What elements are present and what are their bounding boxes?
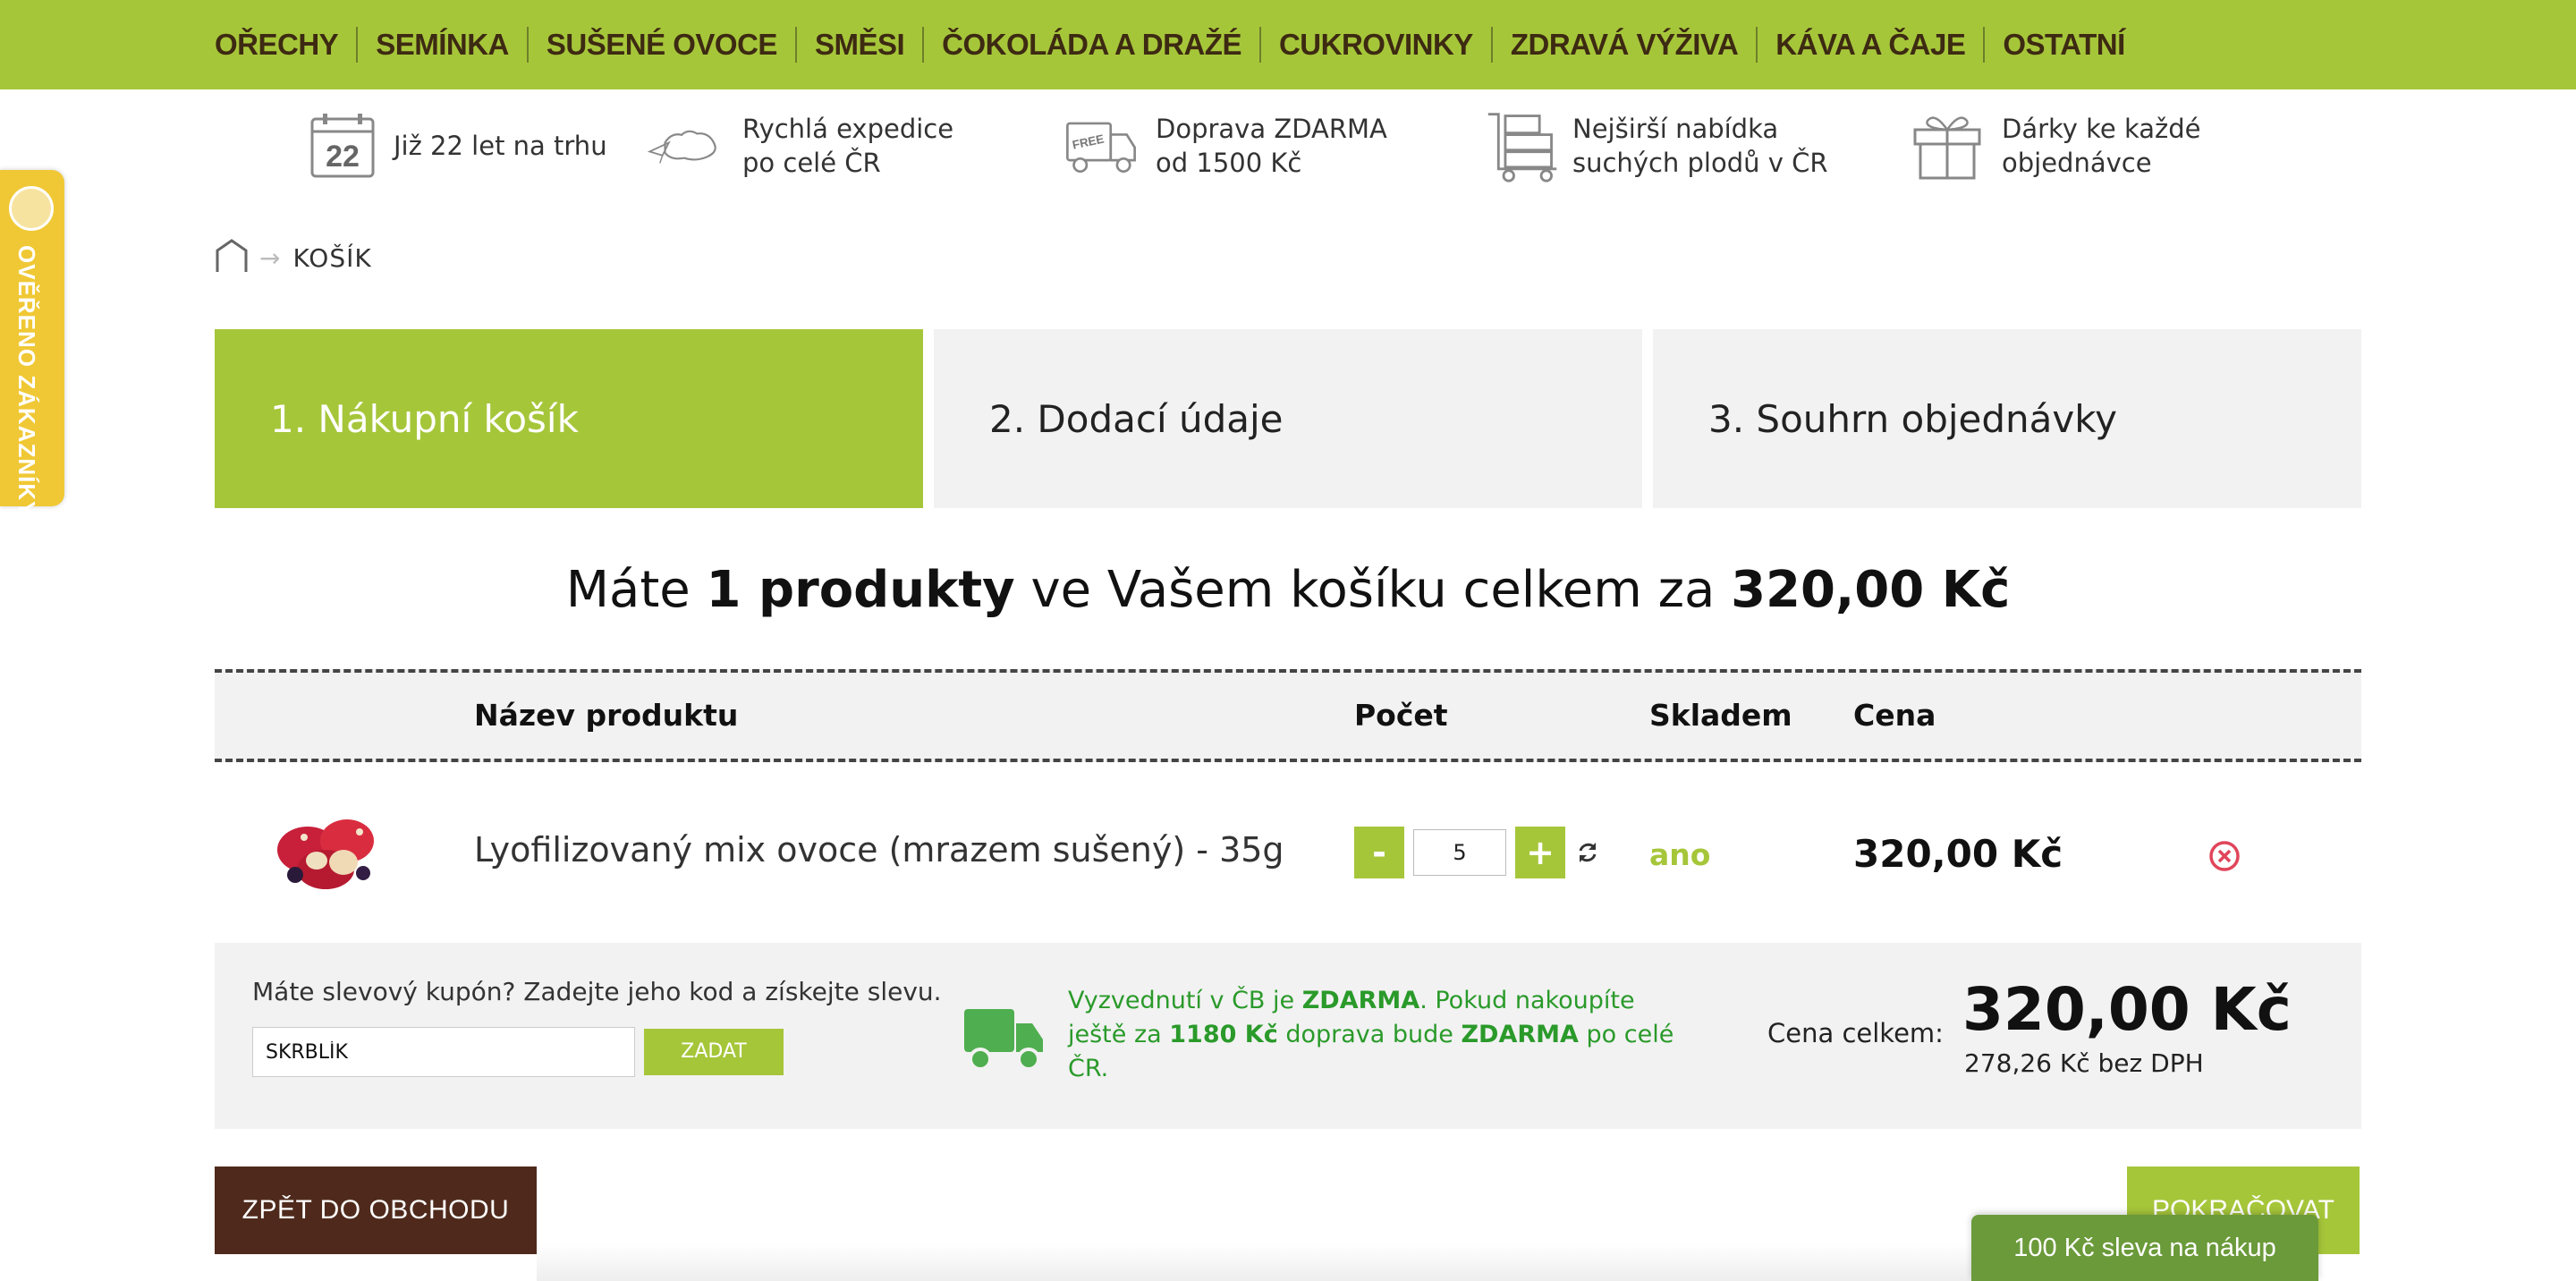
step-cart[interactable]: 1. Nákupní košík: [215, 329, 923, 508]
delivery-truck-icon: [962, 1002, 1045, 1073]
svg-text:FREE: FREE: [1072, 132, 1106, 152]
step-delivery-details[interactable]: 2. Dodací údaje: [934, 329, 1642, 508]
total-without-vat: 278,26 Kč bez DPH: [1964, 1048, 2204, 1078]
feature-gifts: Dárky ke každé objednávce: [1909, 106, 2201, 186]
coupon-code-input[interactable]: [252, 1027, 635, 1077]
delivery-bold-1: ZDARMA: [1301, 987, 1420, 1014]
discount-offer-tab[interactable]: 100 Kč sleva na nákup: [1971, 1215, 2318, 1281]
quantity-decrease-button[interactable]: -: [1354, 827, 1404, 878]
cart-summary-heading: Máte 1 produkty ve Vašem košíku celkem z…: [215, 555, 2361, 626]
feature-gifts-line1: Dárky ke každé: [2002, 114, 2201, 144]
cart-table-header: Název produktu Počet Skladem Cena: [215, 669, 2361, 762]
free-delivery-info: Vyzvednutí v ČB je ZDARMA. Pokud nakoupí…: [1068, 984, 1676, 1086]
gift-icon: [1909, 107, 1986, 184]
feature-free-delivery-line1: Doprava ZDARMA: [1156, 114, 1387, 144]
home-icon[interactable]: [215, 238, 249, 277]
paper-plane-map-icon: [646, 107, 723, 184]
nav-item-seminka[interactable]: SEMÍNKA: [356, 27, 527, 63]
calendar-icon: 22: [304, 107, 381, 184]
nav-item-cukrovinky[interactable]: CUKROVINKY: [1258, 27, 1491, 63]
nav-item-smesi[interactable]: SMĚSI: [794, 27, 922, 63]
step-order-summary[interactable]: 3. Souhrn objednávky: [1653, 329, 2361, 508]
delivery-bold-3: ZDARMA: [1461, 1021, 1579, 1048]
feature-free-delivery-text: Doprava ZDARMA od 1500 Kč: [1156, 112, 1387, 180]
feature-years-text: Již 22 let na trhu: [394, 129, 607, 163]
remove-item-icon[interactable]: [2207, 839, 2241, 873]
warehouse-cart-icon: [1485, 107, 1562, 184]
cart-row: Lyofilizovaný mix ovoce (mrazem sušený) …: [215, 766, 2361, 941]
nav-item-kava-a-caje[interactable]: KÁVA A ČAJE: [1756, 27, 1983, 63]
delivery-bold-2: 1180 Kč: [1169, 1021, 1278, 1048]
features-bar: 22 Již 22 let na trhu Rychlá expedice po…: [0, 106, 2576, 186]
coupon-label: Máte slevový kupón? Zadejte jeho kod a z…: [252, 977, 942, 1006]
summary-middle: ve Vašem košíku celkem za: [1014, 561, 1732, 619]
feature-assortment-text: Nejširší nabídka suchých plodů v ČR: [1572, 112, 1828, 180]
total-value: 320,00 Kč: [1962, 975, 2292, 1044]
main-navigation: OŘECHY SEMÍNKA SUŠENÉ OVOCE SMĚSI ČOKOLÁ…: [0, 0, 2576, 89]
feature-assortment: Nejširší nabídka suchých plodů v ČR: [1485, 106, 1828, 186]
row-price: 320,00 Kč: [1853, 832, 2063, 876]
bottom-fade: [537, 1243, 2057, 1281]
feature-free-delivery: FREE Doprava ZDARMA od 1500 Kč: [1063, 106, 1387, 186]
free-delivery-truck-icon: FREE: [1063, 107, 1140, 184]
feature-assortment-line1: Nejširší nabídka: [1572, 114, 1779, 144]
feature-years-line1: Již 22 let na trhu: [394, 131, 607, 161]
summary-total: 320,00 Kč: [1731, 561, 2011, 619]
quantity-input[interactable]: [1413, 829, 1506, 876]
feature-gifts-text: Dárky ke každé objednávce: [2002, 112, 2201, 180]
quantity-stepper: - +: [1354, 827, 1601, 878]
summary-count: 1 produkty: [706, 561, 1015, 619]
feature-expedition-text: Rychlá expedice po celé ČR: [742, 112, 953, 180]
feature-free-delivery-line2: od 1500 Kč: [1156, 148, 1302, 178]
breadcrumb-current: KOŠÍK: [292, 242, 372, 273]
feature-expedition-line1: Rychlá expedice: [742, 114, 954, 144]
header-quantity: Počet: [1354, 698, 1448, 733]
svg-text:22: 22: [326, 140, 360, 174]
checkout-steps: 1. Nákupní košík 2. Dodací údaje 3. Souh…: [215, 329, 2361, 508]
delivery-text-3: doprava bude: [1277, 1021, 1462, 1048]
delivery-text-1: Vyzvednutí v ČB je: [1068, 987, 1302, 1014]
refresh-icon[interactable]: [1574, 839, 1601, 866]
total-label: Cena celkem:: [1767, 1018, 1944, 1048]
in-stock-value: ano: [1649, 837, 1711, 872]
summary-prefix: Máte: [565, 561, 707, 619]
quantity-increase-button[interactable]: +: [1515, 827, 1565, 878]
nav-item-susene-ovoce[interactable]: SUŠENÉ OVOCE: [526, 27, 795, 63]
product-name-link[interactable]: Lyofilizovaný mix ovoce (mrazem sušený) …: [474, 830, 1284, 870]
header-in-stock: Skladem: [1649, 698, 1792, 733]
nav-item-zdrava-vyziva[interactable]: ZDRAVÁ VÝŽIVA: [1490, 27, 1756, 63]
verified-by-customers-badge[interactable]: OVĚŘENO ZÁKAZNÍKY: [0, 170, 64, 518]
header-price: Cena: [1853, 698, 1936, 733]
product-thumbnail[interactable]: [254, 805, 406, 905]
cart-totals-box: Máte slevový kupón? Zadejte jeho kod a z…: [215, 943, 2361, 1129]
feature-assortment-line2: suchých plodů v ČR: [1572, 148, 1828, 178]
back-to-shop-button[interactable]: ZPĚT DO OBCHODU: [215, 1166, 537, 1254]
nav-item-orechy[interactable]: OŘECHY: [215, 27, 356, 63]
apply-coupon-button[interactable]: ZADAT: [644, 1029, 784, 1075]
feature-expedition: Rychlá expedice po celé ČR: [646, 106, 953, 186]
breadcrumb: → KOŠÍK: [215, 238, 372, 277]
feature-expedition-line2: po celé ČR: [742, 148, 881, 178]
feature-gifts-line2: objednávce: [2002, 148, 2152, 178]
breadcrumb-separator-icon: →: [259, 242, 281, 273]
verified-seal-icon: [9, 186, 54, 231]
verified-badge-label: OVĚŘENO ZÁKAZNÍKY: [13, 245, 40, 518]
header-product-name: Název produktu: [474, 698, 739, 733]
nav-item-cokolada[interactable]: ČOKOLÁDA A DRAŽÉ: [922, 27, 1259, 63]
feature-years: 22 Již 22 let na trhu: [304, 106, 607, 186]
nav-item-ostatni[interactable]: OSTATNÍ: [1983, 27, 2142, 63]
